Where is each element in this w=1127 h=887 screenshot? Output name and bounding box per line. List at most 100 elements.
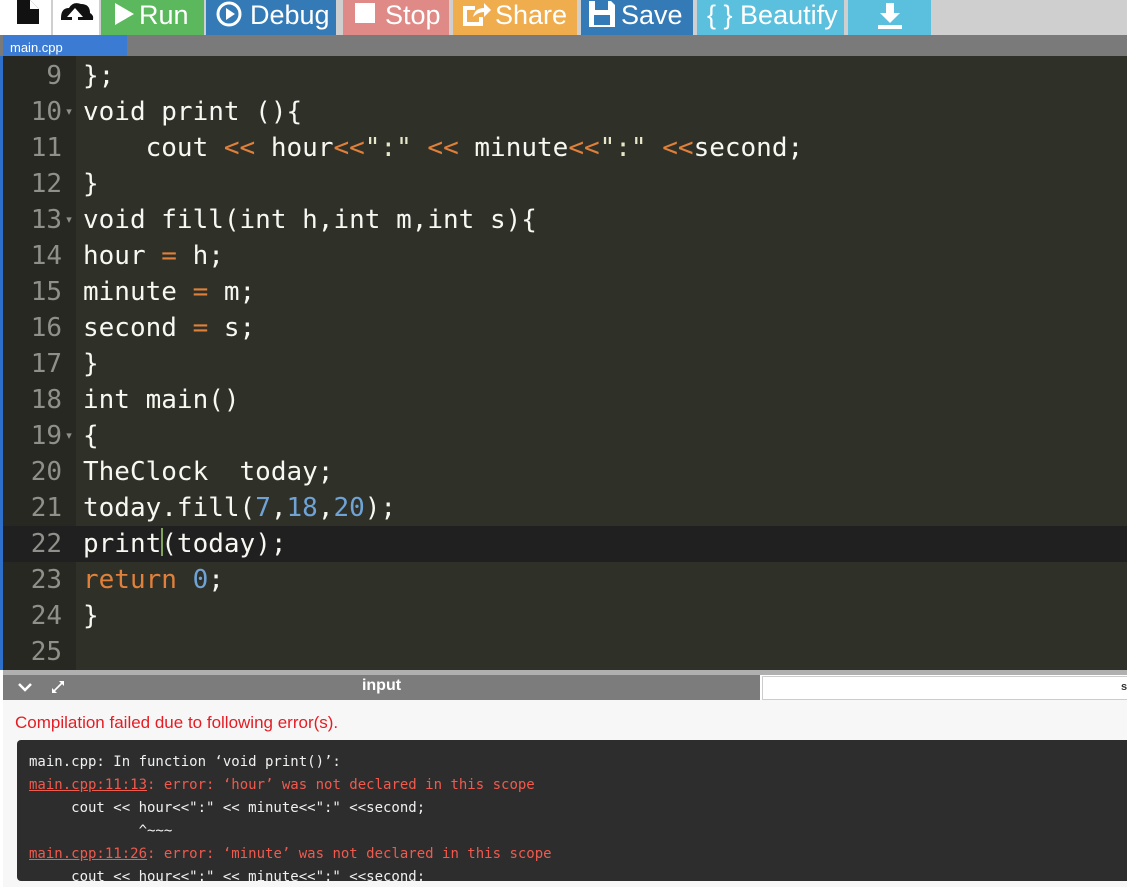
code-token: m; xyxy=(208,277,256,307)
upload-icon xyxy=(61,3,94,24)
fold-arrow-icon[interactable]: ▾ xyxy=(63,418,75,454)
string-token: ":" xyxy=(364,133,412,163)
line-number: 13 xyxy=(30,205,62,235)
code-text: return 0; xyxy=(83,562,224,598)
line-number: 11 xyxy=(30,133,62,163)
error-message: : error: ‘hour’ was not declared in this… xyxy=(147,777,535,793)
code-token: print xyxy=(83,529,162,559)
code-line: 12 } xyxy=(3,166,1127,202)
beautify-button[interactable]: { } Beautify xyxy=(697,0,844,35)
line-number: 19 xyxy=(30,421,62,451)
code-token: }; xyxy=(83,61,115,91)
toolbar: Run Debug Stop Share Save { } Beautify xyxy=(0,0,1127,35)
save-button[interactable]: Save xyxy=(581,0,693,35)
save-label: Save xyxy=(621,0,683,30)
code-editor[interactable]: 9 }; 10 ▾ void print (){ 11 cout << hour… xyxy=(3,56,1127,670)
code-token: second xyxy=(83,313,193,343)
line-number: 24 xyxy=(30,601,62,631)
new-file-button[interactable] xyxy=(0,0,51,35)
fold-arrow-icon[interactable]: ▾ xyxy=(63,94,75,130)
code-line: 17 } xyxy=(3,346,1127,382)
line-number: 14 xyxy=(30,241,62,271)
code-line: 18 int main() xyxy=(3,382,1127,418)
code-token: } xyxy=(83,349,99,379)
error-line: cout << hour<<":" << minute<<":" <<secon… xyxy=(29,869,426,881)
code-token: int main() xyxy=(83,385,240,415)
code-line: 25 xyxy=(3,634,1127,670)
code-token: s; xyxy=(208,313,256,343)
code-line: 15 minute = m; xyxy=(3,274,1127,310)
code-text: today.fill(7,18,20); xyxy=(83,490,396,526)
tab-main-cpp[interactable]: main.cpp xyxy=(3,35,127,56)
number-token: 20 xyxy=(333,493,365,523)
keyword-token: return xyxy=(83,565,177,595)
number-token: 0 xyxy=(192,565,209,595)
fold-arrow-icon[interactable]: ▾ xyxy=(63,202,75,238)
string-token: ":" xyxy=(599,133,647,163)
number-token: 7 xyxy=(255,493,271,523)
share-button[interactable]: Share xyxy=(453,0,577,35)
code-text: print(today); xyxy=(83,526,287,562)
line-number: 21 xyxy=(30,493,62,523)
error-line: main.cpp: In function ‘void print()’: xyxy=(29,754,341,770)
error-message: : error: ‘minute’ was not declared in th… xyxy=(147,846,552,862)
code-text: hour = h; xyxy=(83,238,224,274)
line-number: 23 xyxy=(30,565,62,595)
line-number: 17 xyxy=(30,349,62,379)
line-number: 12 xyxy=(30,169,62,199)
code-token: TheClock today; xyxy=(83,457,334,487)
code-line: 24 } xyxy=(3,598,1127,634)
compiler-output-box: main.cpp: In function ‘void print()’: ma… xyxy=(17,740,1127,881)
code-token: minute xyxy=(83,277,193,307)
operator-token: = xyxy=(192,313,209,343)
debug-button[interactable]: Debug xyxy=(206,0,336,35)
error-line: main.cpp:11:26: error: ‘minute’ was not … xyxy=(29,843,552,866)
line-number: 25 xyxy=(30,637,62,667)
run-button[interactable]: Run xyxy=(101,0,204,35)
save-disk-icon xyxy=(589,1,615,27)
number-token: 18 xyxy=(286,493,318,523)
stop-button[interactable]: Stop xyxy=(343,0,449,35)
code-line: 11 cout << hour<<":" << minute<<":" <<se… xyxy=(3,130,1127,166)
code-token: minute xyxy=(458,133,569,163)
upload-button[interactable] xyxy=(53,0,99,35)
new-file-icon xyxy=(17,0,39,24)
code-token: void print (){ xyxy=(83,97,303,127)
share-icon xyxy=(463,3,491,26)
code-text: int main() xyxy=(83,382,240,418)
code-text: } xyxy=(83,346,99,382)
code-text: void print (){ xyxy=(83,94,302,130)
share-label: Share xyxy=(495,0,568,30)
code-token: ); xyxy=(364,493,397,523)
code-text: } xyxy=(83,598,99,634)
code-line: 13 ▾ void fill(int h,int m,int s){ xyxy=(3,202,1127,238)
panel-title: input xyxy=(361,677,402,694)
code-token: cout xyxy=(83,133,224,163)
download-button[interactable] xyxy=(848,0,931,35)
stdin-input[interactable] xyxy=(762,676,1127,700)
error-location-link[interactable]: main.cpp:11:26 xyxy=(29,846,147,862)
operator-token: = xyxy=(161,241,177,271)
code-token: (today); xyxy=(161,529,287,559)
run-label: Run xyxy=(139,0,189,30)
code-token: void fill(int h,int m,int s){ xyxy=(83,205,537,235)
code-line: 10 ▾ void print (){ xyxy=(3,94,1127,130)
operator-token: << xyxy=(223,133,256,163)
code-text: void fill(int h,int m,int s){ xyxy=(83,202,537,238)
operator-token: << xyxy=(662,133,694,163)
code-text: TheClock today; xyxy=(83,454,333,490)
code-token: } xyxy=(83,169,99,199)
stop-label: Stop xyxy=(385,0,441,30)
stop-square-icon xyxy=(355,3,375,23)
operator-token: << xyxy=(568,133,600,163)
panel-right-label: s xyxy=(1121,681,1127,693)
error-location-link[interactable]: main.cpp:11:13 xyxy=(29,777,147,793)
play-icon xyxy=(115,3,134,25)
code-line: 16 second = s; xyxy=(3,310,1127,346)
code-text: cout << hour<<":" << minute<<":" <<secon… xyxy=(83,130,804,166)
download-icon xyxy=(878,3,902,29)
code-token: second; xyxy=(693,133,804,163)
operator-token: = xyxy=(192,277,209,307)
code-text: minute = m; xyxy=(83,274,255,310)
code-token: { xyxy=(83,421,99,451)
